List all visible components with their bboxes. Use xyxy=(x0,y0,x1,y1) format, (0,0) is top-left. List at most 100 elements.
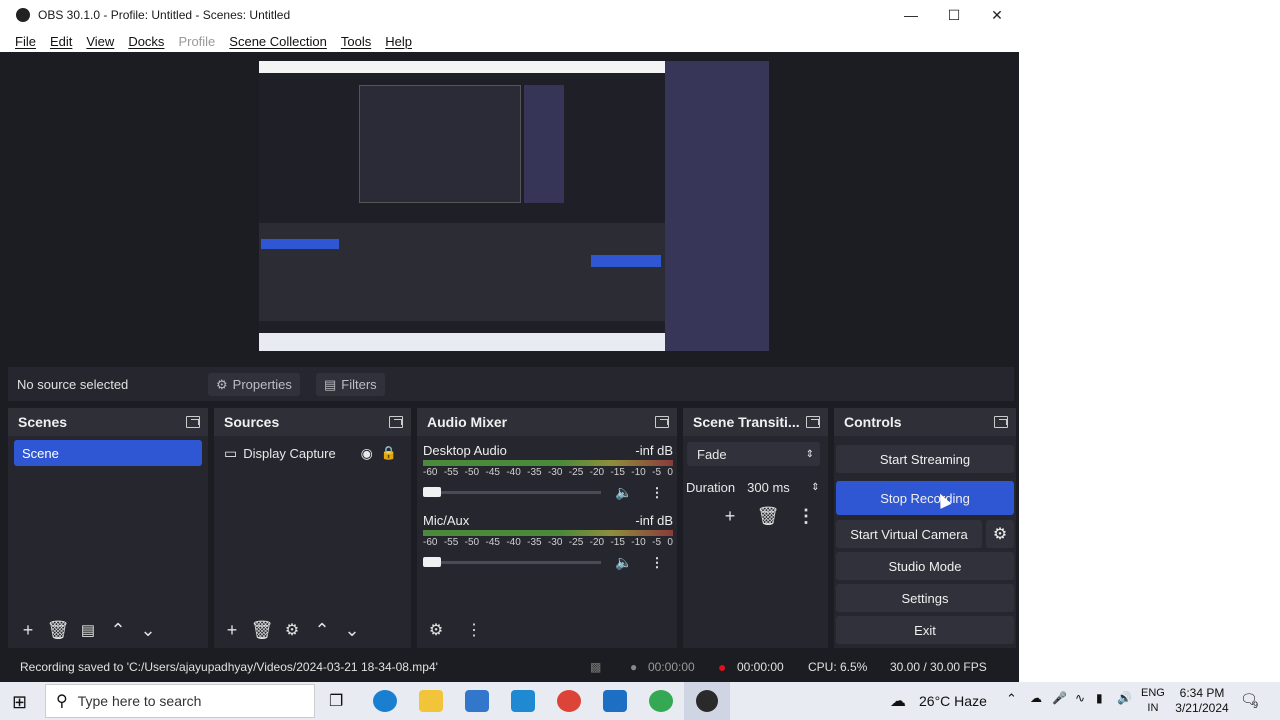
volume-meter xyxy=(423,530,673,536)
task-view-icon[interactable]: ❐ xyxy=(329,691,343,711)
windows-taskbar: ⊞ ⚲ Type here to search ❐ ☁ 26°C Haze ⌃ … xyxy=(0,682,1280,720)
move-down-icon[interactable]: ⌄ xyxy=(133,616,163,644)
move-up-icon[interactable]: ⌃ xyxy=(103,616,133,644)
tray-overflow-icon[interactable]: ⌃ xyxy=(1006,691,1017,707)
properties-label: Properties xyxy=(232,377,292,392)
lock-icon[interactable]: 🔒 xyxy=(381,445,397,461)
volume-slider[interactable] xyxy=(423,557,601,567)
remove-transition-icon[interactable]: 🗑 xyxy=(753,502,783,530)
duration-stepper-icon[interactable]: ⇕ xyxy=(811,482,819,493)
mic-icon[interactable]: 🎤 xyxy=(1052,691,1067,705)
clock[interactable]: 6:34 PM 3/21/2024 xyxy=(1172,686,1232,716)
volume-icon[interactable]: 🔊 xyxy=(1117,691,1132,705)
minimize-button[interactable]: — xyxy=(889,0,933,30)
store-icon[interactable] xyxy=(465,690,489,712)
no-source-label: No source selected xyxy=(17,376,129,392)
transition-select[interactable]: Fade ⇕ xyxy=(687,442,820,466)
preview-canvas[interactable] xyxy=(259,61,769,351)
undock-icon[interactable] xyxy=(655,416,669,428)
undock-icon[interactable] xyxy=(389,416,403,428)
mixer-toolbar: ⚙ ⋮ xyxy=(417,612,677,648)
chrome-icon[interactable] xyxy=(557,690,581,712)
studio-mode-button[interactable]: Studio Mode xyxy=(836,552,1014,580)
advanced-audio-icon[interactable]: ⚙ xyxy=(421,616,451,644)
virtual-camera-settings-icon[interactable]: ⚙ xyxy=(986,520,1014,548)
transition-menu-icon[interactable]: ⋮ xyxy=(791,502,821,530)
filter-icon: ▤ xyxy=(324,376,337,392)
mixer-menu-icon[interactable]: ⋮ xyxy=(459,616,489,644)
menu-docks[interactable]: Docks xyxy=(128,34,164,49)
menu-file[interactable]: File xyxy=(15,34,36,49)
close-button[interactable]: ✕ xyxy=(975,0,1019,30)
undock-icon[interactable] xyxy=(186,416,200,428)
status-bar: Recording saved to 'C:/Users/ajayupadhya… xyxy=(0,652,1019,682)
file-explorer-icon[interactable] xyxy=(419,690,443,712)
source-down-icon[interactable]: ⌄ xyxy=(337,616,367,644)
channel-menu-icon[interactable]: ⋮ xyxy=(650,485,663,501)
weather-icon: ☁ xyxy=(890,693,906,710)
mixer-channel-mic: Mic/Aux -inf dB -60 -55 -50 -45 -40 -35 -30 -25… xyxy=(423,513,673,571)
add-transition-icon[interactable]: + xyxy=(715,502,745,530)
maximize-button[interactable]: ☐ xyxy=(932,0,976,30)
menu-scene-collection[interactable]: Scene Collection xyxy=(229,34,327,49)
vscode-icon[interactable] xyxy=(603,690,627,712)
preview-titlebar xyxy=(259,61,665,73)
scene-item-label: Scene xyxy=(22,445,59,461)
battery-icon[interactable]: ▮ xyxy=(1096,691,1103,705)
filters-button[interactable]: ▤ Filters xyxy=(316,373,385,396)
start-virtual-camera-button[interactable]: Start Virtual Camera xyxy=(836,520,982,548)
stop-recording-button[interactable]: Stop Recording xyxy=(836,481,1014,515)
scenes-dock: Scenes Scene + 🗑 ▤ ⌃ ⌄ xyxy=(8,408,208,648)
preview-stop-button xyxy=(591,255,661,267)
source-up-icon[interactable]: ⌃ xyxy=(307,616,337,644)
edge-icon[interactable] xyxy=(373,690,397,712)
speaker-icon[interactable]: 🔈 xyxy=(615,554,632,571)
menu-profile[interactable]: Profile xyxy=(178,34,215,49)
undock-icon[interactable] xyxy=(806,416,820,428)
source-list-item[interactable]: ▭ Display Capture ◉ 🔒 xyxy=(214,440,411,466)
scenes-toolbar: + 🗑 ▤ ⌃ ⌄ xyxy=(8,612,208,648)
mail-icon[interactable] xyxy=(511,690,535,712)
region-code: IN xyxy=(1147,702,1159,714)
menu-view[interactable]: View xyxy=(86,34,114,49)
language-indicator[interactable]: ENG IN xyxy=(1141,686,1165,716)
properties-button[interactable]: ⚙ Properties xyxy=(208,373,300,396)
start-streaming-button[interactable]: Start Streaming xyxy=(836,445,1014,473)
volume-slider-knob[interactable] xyxy=(423,557,441,567)
preview-capture-image xyxy=(259,61,665,351)
eye-icon[interactable]: ◉ xyxy=(361,445,373,462)
weather-text[interactable]: 26°C Haze xyxy=(919,693,987,709)
volume-slider[interactable] xyxy=(423,487,601,497)
preview-docks xyxy=(259,223,665,321)
network-icon[interactable]: ☁ xyxy=(1030,691,1042,705)
scene-list-item[interactable]: Scene xyxy=(14,440,202,466)
menu-edit[interactable]: Edit xyxy=(50,34,72,49)
volume-slider-knob[interactable] xyxy=(423,487,441,497)
taskbar-search-box[interactable]: ⚲ Type here to search xyxy=(45,684,315,718)
mixer-title: Audio Mixer xyxy=(427,414,508,430)
notification-count: 9 xyxy=(1253,700,1259,710)
speaker-icon[interactable]: 🔈 xyxy=(615,484,632,501)
wifi-icon[interactable]: ∿ xyxy=(1075,691,1085,705)
windows-start-icon[interactable]: ⊞ xyxy=(12,692,27,713)
add-scene-icon[interactable]: + xyxy=(13,616,43,644)
preview-inner-window xyxy=(359,85,521,203)
remove-scene-icon[interactable]: 🗑 xyxy=(43,616,73,644)
source-properties-icon[interactable]: ⚙ xyxy=(277,616,307,644)
obs-taskbar-button[interactable] xyxy=(684,682,730,720)
add-source-icon[interactable]: + xyxy=(217,616,247,644)
menu-tools[interactable]: Tools xyxy=(341,34,371,49)
settings-button[interactable]: Settings xyxy=(836,584,1014,612)
duration-input[interactable]: 300 ms xyxy=(743,476,811,498)
scene-filters-icon[interactable]: ▤ xyxy=(73,616,103,644)
chrome-profile-icon[interactable] xyxy=(649,690,673,712)
channel-name: Desktop Audio xyxy=(423,443,507,458)
preview-inner-panel xyxy=(524,85,564,203)
exit-button[interactable]: Exit xyxy=(836,616,1014,644)
clock-date: 3/21/2024 xyxy=(1175,701,1229,715)
obs-logo-icon xyxy=(16,8,30,22)
menu-help[interactable]: Help xyxy=(385,34,412,49)
remove-source-icon[interactable]: 🗑 xyxy=(247,616,277,644)
channel-menu-icon[interactable]: ⋮ xyxy=(650,555,663,571)
undock-icon[interactable] xyxy=(994,416,1008,428)
